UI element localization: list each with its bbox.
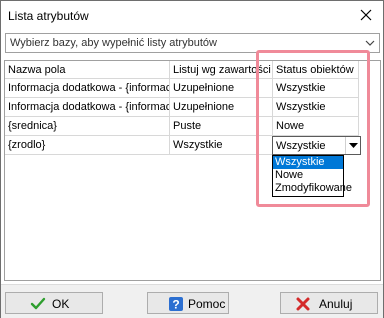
dialog-footer: OK ? Pomoc Anuluj: [1, 284, 383, 318]
column-header-field-name[interactable]: Nazwa pola: [5, 61, 170, 79]
column-header-list-by-content[interactable]: Listuj wg zawartości: [170, 61, 273, 79]
object-status-dropdown-list: Wszystkie Nowe Zmodyfikowane: [272, 155, 352, 197]
column-header-object-status[interactable]: Status obiektów: [273, 61, 359, 79]
cell-field-name[interactable]: Informacja dodatkowa - {informacja: [5, 98, 170, 117]
help-button-label: Pomoc: [188, 297, 226, 311]
cancel-button-label: Anuluj: [319, 297, 353, 311]
object-status-select[interactable]: Wszystkie: [272, 136, 361, 155]
object-status-select-value: Wszystkie: [276, 140, 326, 152]
cell-list-by-content[interactable]: Puste: [170, 117, 273, 136]
checkmark-icon: [30, 297, 46, 310]
cell-field-name[interactable]: {zrodlo}: [5, 136, 170, 155]
close-icon[interactable]: [359, 8, 373, 22]
cell-object-status[interactable]: Wszystkie: [273, 79, 359, 98]
dropdown-arrow-icon: [349, 143, 358, 148]
database-select[interactable]: Wybierz bazy, aby wypełnić listy atrybut…: [5, 33, 380, 53]
cancel-icon: [296, 297, 310, 311]
dropdown-option[interactable]: Zmodyfikowane: [273, 182, 352, 195]
cell-object-status[interactable]: Nowe: [273, 117, 359, 136]
dropdown-option[interactable]: Nowe: [273, 169, 343, 182]
attribute-grid: Nazwa pola Listuj wg zawartości Status o…: [4, 60, 381, 281]
cell-object-status[interactable]: Wszystkie: [273, 98, 359, 117]
dropdown-button[interactable]: [345, 137, 360, 154]
dropdown-option[interactable]: Wszystkie: [273, 156, 343, 169]
cancel-button[interactable]: Anuluj: [280, 292, 378, 314]
help-icon: ?: [169, 297, 183, 312]
cell-list-by-content[interactable]: Uzupełnione: [170, 79, 273, 98]
cell-field-name[interactable]: {srednica}: [5, 117, 170, 136]
chevron-down-icon: [365, 40, 375, 46]
cell-list-by-content[interactable]: Wszystkie: [170, 136, 273, 155]
attribute-list-dialog: Lista atrybutów Wybierz bazy, aby wypełn…: [0, 0, 384, 318]
title-bar: Lista atrybutów: [1, 1, 383, 31]
svg-text:?: ?: [172, 298, 179, 312]
ok-button-label: OK: [52, 297, 70, 311]
window-title: Lista atrybutów: [8, 9, 89, 23]
database-select-placeholder: Wybierz bazy, aby wypełnić listy atrybut…: [10, 37, 217, 49]
cell-list-by-content[interactable]: Uzupełnione: [170, 98, 273, 117]
ok-button[interactable]: OK: [5, 292, 103, 314]
cell-field-name[interactable]: Informacja dodatkowa - {informacja: [5, 79, 170, 98]
help-button[interactable]: ? Pomoc: [147, 292, 229, 314]
